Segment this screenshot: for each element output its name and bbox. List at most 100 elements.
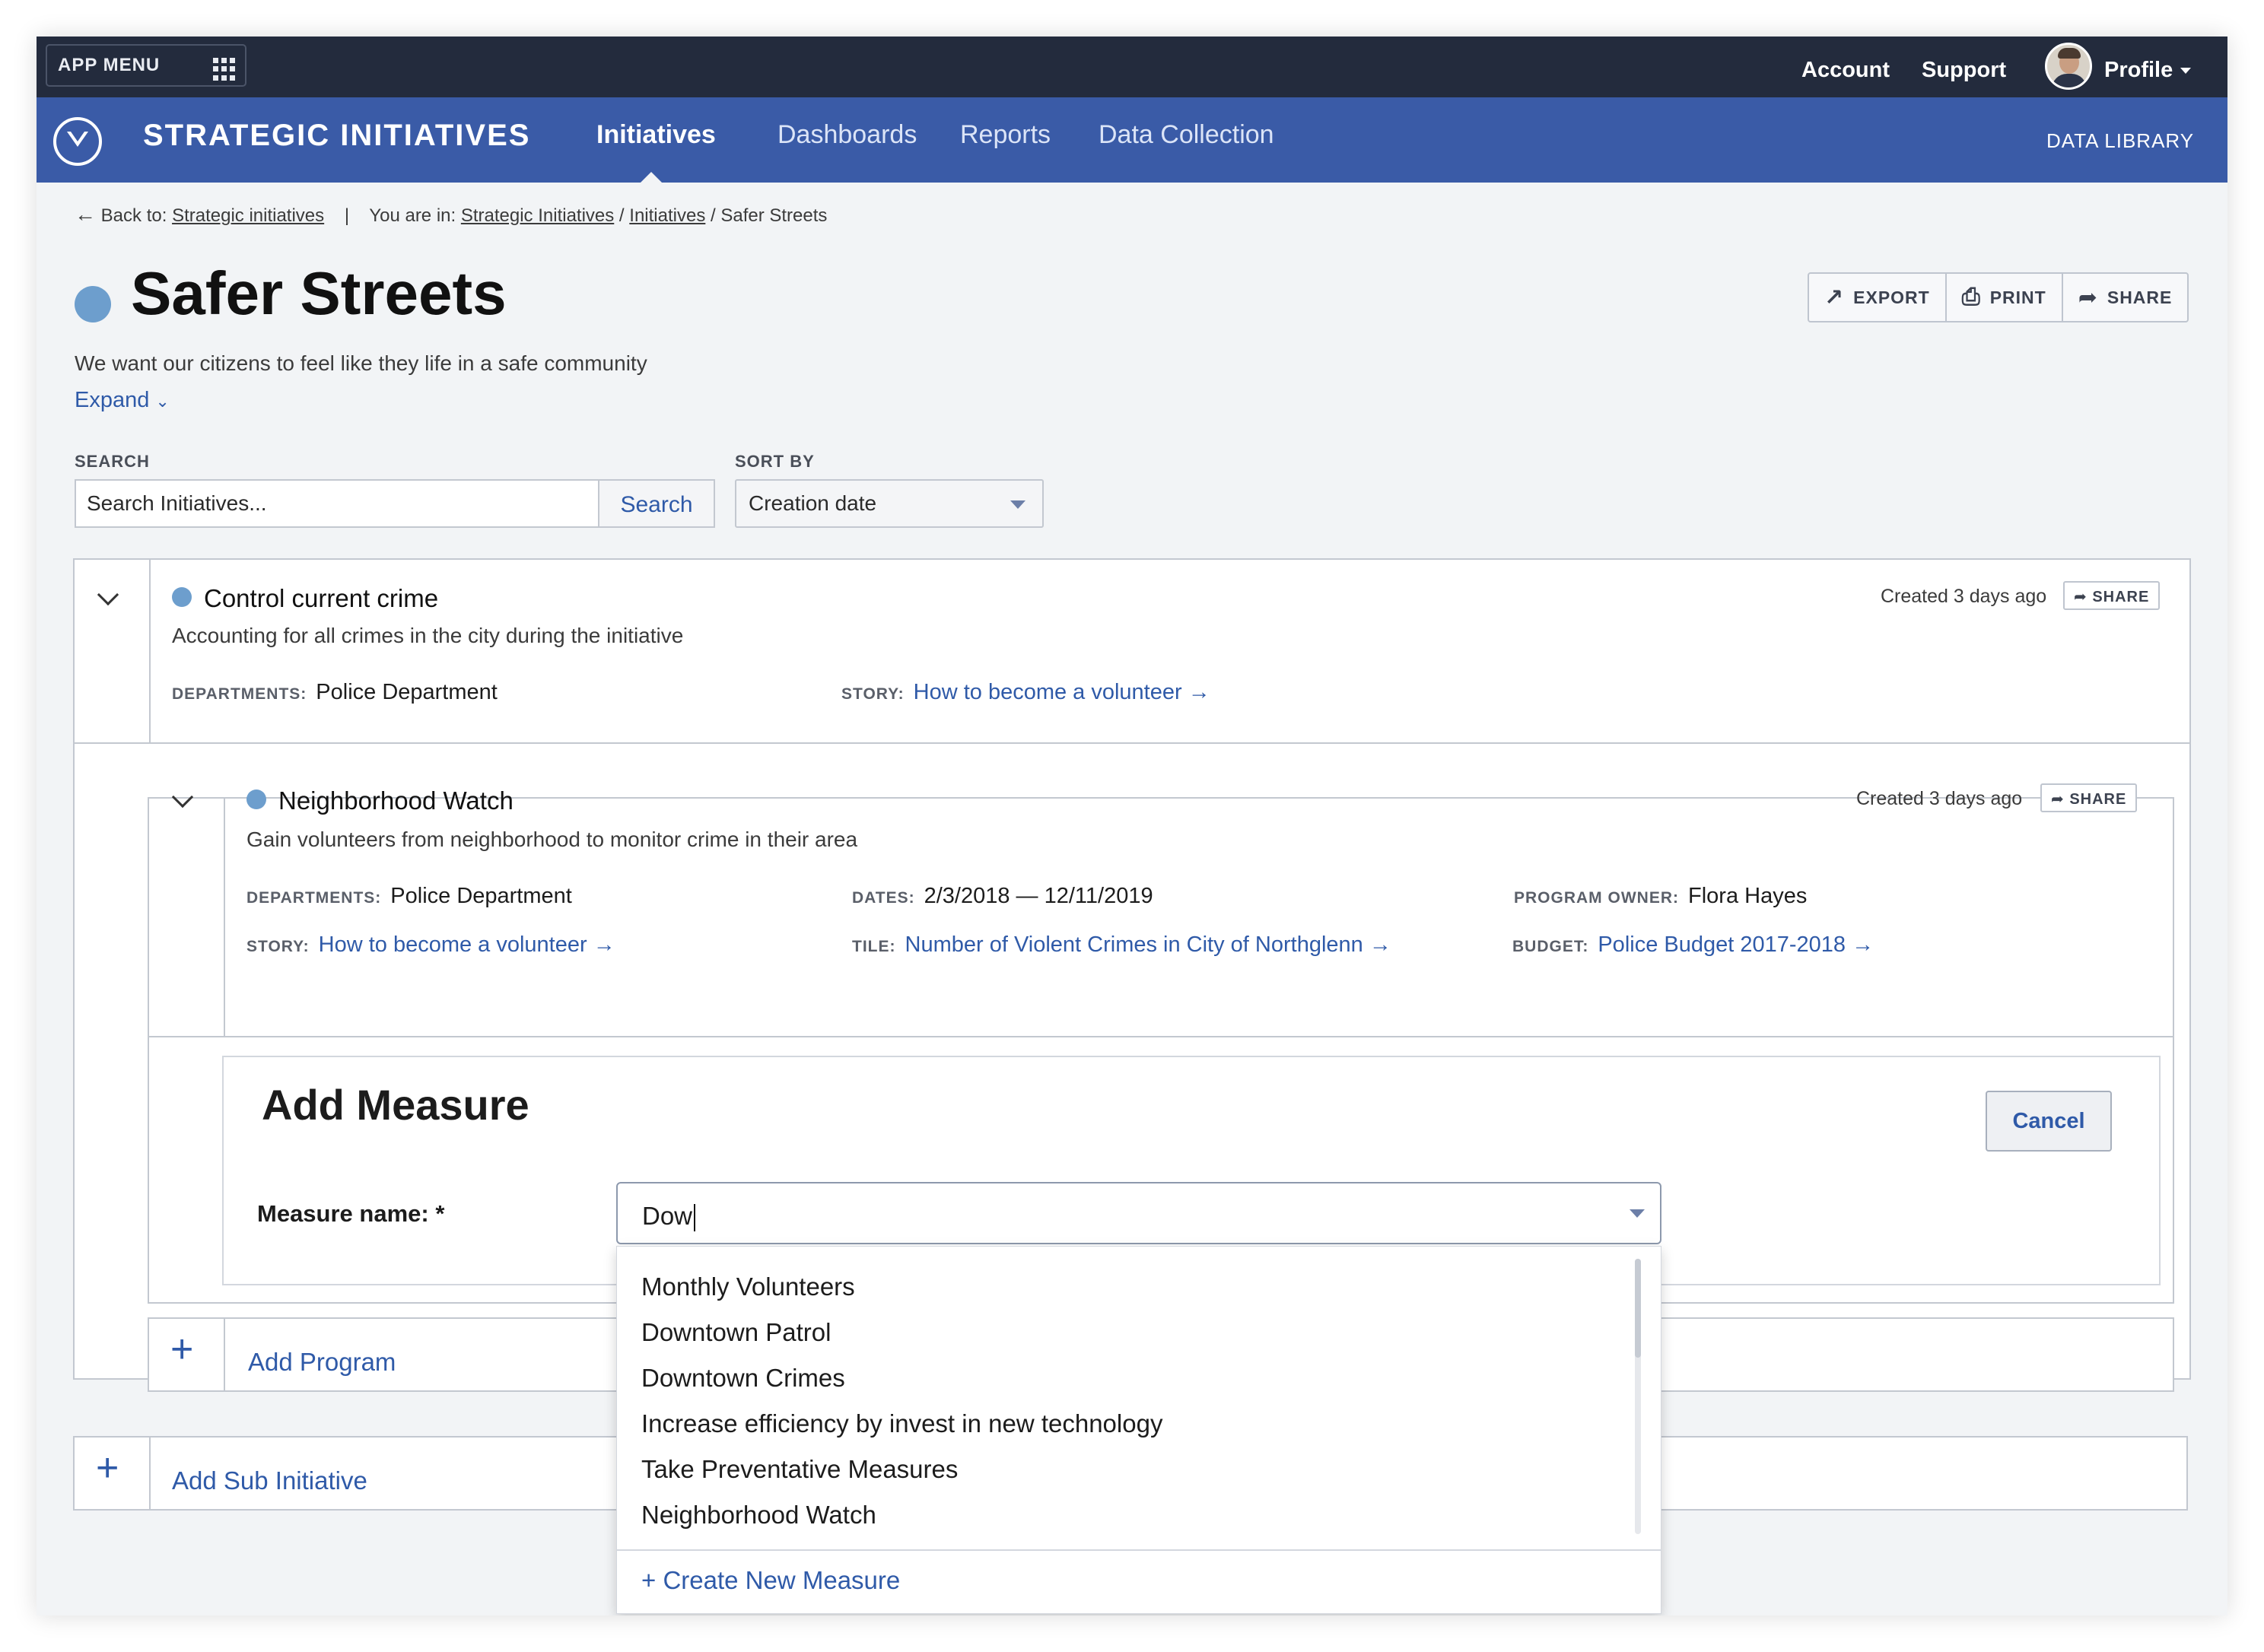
program-dates: DATES: 2/3/2018 — 12/11/2019	[852, 884, 1153, 909]
owner-key: PROGRAM OWNER:	[1514, 889, 1679, 907]
measure-option[interactable]: Neighborhood Watch	[641, 1501, 876, 1530]
create-new-measure-button[interactable]: + Create New Measure	[641, 1566, 900, 1595]
page-title: Safer Streets	[131, 259, 507, 327]
measure-option[interactable]: Downtown Patrol	[641, 1318, 831, 1347]
brand-title[interactable]: STRATEGIC INITIATIVES	[143, 119, 530, 153]
add-sub-initiative-link[interactable]: Add Sub Initiative	[172, 1466, 367, 1495]
divider	[149, 1036, 2173, 1037]
measure-dropdown: Monthly Volunteers Downtown Patrol Downt…	[616, 1246, 1661, 1614]
support-link[interactable]: Support	[1922, 58, 2006, 83]
story-link[interactable]: How to become a volunteer	[319, 932, 587, 957]
program-owner: PROGRAM OWNER: Flora Hayes	[1514, 884, 1807, 909]
created-timestamp: Created 3 days ago	[1856, 788, 2023, 809]
program-budget: BUDGET: Police Budget 2017-2018 →	[1512, 932, 1874, 958]
export-label: EXPORT	[1853, 287, 1930, 307]
scrollbar-thumb[interactable]	[1635, 1259, 1641, 1358]
profile-label: Profile	[2104, 58, 2173, 82]
measure-name-input[interactable]: Dow	[616, 1182, 1661, 1244]
back-arrow-icon[interactable]: ←	[75, 202, 96, 226]
breadcrumb-current: Safer Streets	[720, 205, 828, 226]
nav-reports[interactable]: Reports	[960, 120, 1051, 150]
search-label: SEARCH	[75, 452, 150, 471]
measure-option[interactable]: Monthly Volunteers	[641, 1272, 855, 1301]
initiative-share-button[interactable]: ➦ SHARE	[2063, 581, 2161, 610]
owner-value: Flora Hayes	[1688, 884, 1808, 908]
account-link[interactable]: Account	[1801, 58, 1890, 83]
initiative-description: Accounting for all crimes in the city du…	[172, 624, 684, 647]
story-link[interactable]: How to become a volunteer	[914, 680, 1182, 704]
plus-icon[interactable]: +	[96, 1445, 119, 1491]
nav-data-collection[interactable]: Data Collection	[1099, 120, 1274, 150]
export-button[interactable]: ↗ EXPORT	[1809, 274, 1947, 321]
sort-value: Creation date	[749, 491, 877, 515]
initiative-departments: DEPARTMENTS: Police Department	[172, 680, 498, 705]
program-story: STORY: How to become a volunteer →	[246, 932, 615, 958]
status-dot	[75, 286, 111, 322]
chevron-down-icon: ⌄	[155, 392, 170, 411]
share-label: SHARE	[2092, 589, 2150, 605]
expand-label: Expand	[75, 388, 150, 412]
dropdown-arrow-icon[interactable]	[1630, 1209, 1645, 1218]
profile-menu[interactable]: Profile	[2104, 58, 2192, 83]
active-nav-indicator	[641, 172, 662, 183]
share-label: SHARE	[2069, 791, 2127, 808]
measure-option[interactable]: Increase efficiency by invest in new tec…	[641, 1409, 1162, 1438]
budget-link[interactable]: Police Budget 2017-2018	[1598, 932, 1846, 957]
back-link[interactable]: Strategic initiatives	[172, 205, 324, 226]
measure-option[interactable]: Downtown Crimes	[641, 1364, 845, 1393]
initiative-title[interactable]: Control current crime	[204, 584, 438, 613]
caret-down-icon	[2180, 68, 2192, 75]
story-key: STORY:	[246, 938, 310, 955]
breadcrumb-divider: |	[344, 205, 350, 226]
avatar[interactable]	[2045, 43, 2092, 90]
print-button[interactable]: ⎙ PRINT	[1947, 274, 2063, 321]
plus-icon[interactable]: +	[170, 1326, 193, 1372]
status-dot	[172, 587, 192, 607]
program-share-button[interactable]: ➦ SHARE	[2040, 783, 2138, 812]
external-link-icon: ↗	[1824, 284, 1845, 310]
you-are-in-label: You are in:	[369, 205, 456, 226]
top-bar: APP MENU Account Support Profile	[37, 37, 2227, 97]
nav-dashboards[interactable]: Dashboards	[777, 120, 917, 150]
printer-icon: ⎙	[1961, 284, 1981, 310]
share-button[interactable]: ➦ SHARE	[2063, 274, 2188, 321]
page-subtitle: We want our citizens to feel like they l…	[75, 351, 647, 375]
measure-option[interactable]: Take Preventative Measures	[641, 1455, 958, 1484]
plus-icon: +	[641, 1566, 663, 1594]
dates-key: DATES:	[852, 889, 915, 907]
tile-key: TILE:	[852, 938, 896, 955]
breadcrumb-strategic-initiatives[interactable]: Strategic Initiatives	[461, 205, 614, 226]
measure-name-label: Measure name: *	[257, 1200, 445, 1227]
departments-key: DEPARTMENTS:	[246, 889, 382, 907]
breadcrumb-initiatives[interactable]: Initiatives	[629, 205, 705, 226]
story-key: STORY:	[841, 685, 905, 703]
sort-select[interactable]: Creation date	[735, 479, 1044, 528]
program-departments: DEPARTMENTS: Police Department	[246, 884, 572, 909]
search-input[interactable]: Search Initiatives...	[75, 479, 599, 528]
back-prefix: Back to:	[100, 205, 167, 226]
program-tile: TILE: Number of Violent Crimes in City of…	[852, 932, 1391, 958]
share-label: SHARE	[2107, 287, 2173, 307]
expand-toggle[interactable]: Expand ⌄	[75, 388, 170, 413]
app-logo-icon[interactable]	[53, 117, 102, 166]
data-library-link[interactable]: DATA LIBRARY	[2046, 129, 2194, 153]
departments-key: DEPARTMENTS:	[172, 685, 307, 703]
cancel-button[interactable]: Cancel	[1986, 1091, 2112, 1152]
divider	[224, 799, 225, 1036]
departments-value: Police Department	[316, 680, 498, 704]
breadcrumb: ← Back to: Strategic initiatives | You a…	[75, 202, 828, 226]
print-label: PRINT	[1989, 287, 2046, 307]
add-program-link[interactable]: Add Program	[248, 1348, 396, 1377]
app-menu-button[interactable]: APP MENU	[46, 44, 246, 87]
divider	[149, 560, 151, 742]
main-nav: STRATEGIC INITIATIVES Initiatives Dashbo…	[37, 97, 2227, 183]
arrow-right-icon: →	[1363, 932, 1391, 957]
tile-link[interactable]: Number of Violent Crimes in City of Nort…	[905, 932, 1363, 957]
search-button[interactable]: Search	[598, 479, 715, 528]
departments-value: Police Department	[390, 884, 572, 908]
nav-initiatives[interactable]: Initiatives	[596, 120, 716, 150]
program-title[interactable]: Neighborhood Watch	[278, 786, 514, 815]
dropdown-scrollbar[interactable]	[1635, 1259, 1641, 1534]
share-arrow-icon: ➦	[2074, 589, 2093, 605]
create-new-label: Create New Measure	[663, 1566, 901, 1594]
